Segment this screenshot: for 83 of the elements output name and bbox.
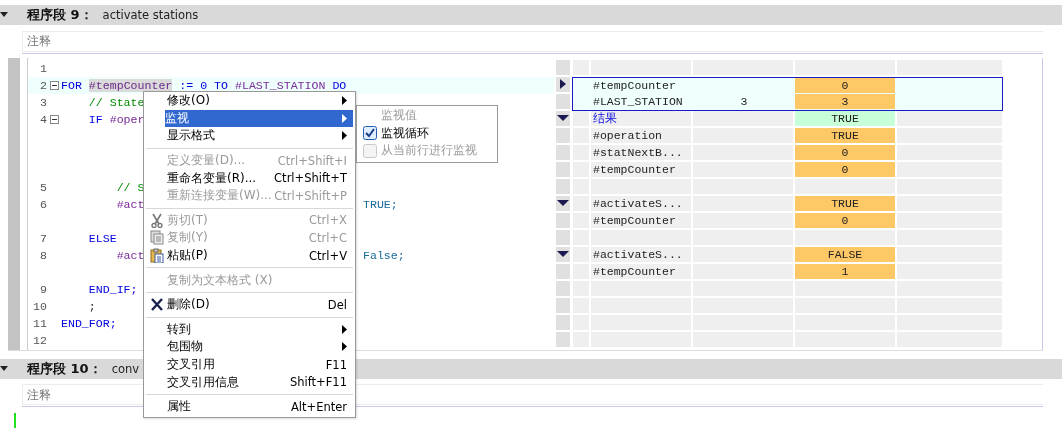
caret-icon	[0, 12, 8, 18]
collapse-icon[interactable]	[557, 115, 569, 121]
code-text: ELSE	[87, 231, 117, 245]
row-header-cell	[556, 331, 570, 347]
collapse-icon[interactable]	[557, 200, 569, 206]
value-cell: 0	[795, 212, 895, 228]
section-title: 程序段 10：	[27, 359, 102, 378]
code-text: IF	[87, 112, 104, 126]
line-number: 11	[32, 316, 48, 330]
code-text: False;	[363, 248, 405, 262]
scissors-icon	[149, 212, 164, 228]
menu-item[interactable]: 监视循环	[357, 124, 497, 142]
collapse-icon[interactable]	[557, 251, 569, 257]
line-number: 1	[39, 61, 48, 75]
menu-item[interactable]: 修改(O)	[146, 92, 353, 110]
value-cell: TRUE	[795, 195, 895, 211]
line-number: 6	[39, 197, 48, 211]
table-cell-text: 3	[739, 93, 749, 109]
code-text: END_IF;	[87, 282, 138, 296]
line-number: 7	[39, 231, 48, 245]
value-cell: FALSE	[795, 246, 895, 262]
value-cell: 0	[795, 77, 895, 93]
operand-cell: #statNextB...	[591, 144, 691, 160]
code-text: #act	[115, 248, 145, 262]
code-text: #act	[115, 197, 145, 211]
code-text: := 0 TO	[178, 78, 229, 92]
section-description: activate stations	[102, 8, 199, 22]
menu-item[interactable]: 包围物	[146, 338, 353, 356]
section-header[interactable]: 程序段 9： activate stations	[0, 5, 1062, 25]
copy-icon	[149, 230, 164, 246]
code-text: TRUE;	[363, 197, 398, 211]
operand-cell: #tempCounter	[591, 212, 691, 228]
row-header-cell	[556, 314, 570, 330]
menu-item[interactable]: 重命名变量(R)... Ctrl+Shift+T	[146, 169, 353, 187]
paste-icon	[149, 248, 164, 264]
code-text: #oper	[109, 112, 145, 126]
value-cell: TRUE	[795, 127, 895, 143]
section-description: conv	[111, 361, 140, 376]
collapse-icon[interactable]	[50, 114, 59, 124]
expand-icon[interactable]	[560, 79, 566, 89]
operand-cell-text: #tempCounter	[592, 77, 677, 93]
code-text: #LAST_STATION	[234, 78, 326, 92]
menu-item[interactable]: 显示格式	[146, 127, 353, 145]
value-cell: 0	[795, 144, 895, 160]
line-number: 10	[32, 299, 48, 313]
row-header-cell	[556, 297, 570, 313]
line-number: 12	[32, 333, 48, 347]
value-cell: 1	[795, 263, 895, 279]
menu-item[interactable]: 交叉引用 F11	[146, 355, 353, 374]
code-text: FOR	[61, 78, 83, 92]
collapse-icon[interactable]	[50, 80, 59, 90]
operand-cell: #tempCounter	[591, 161, 691, 177]
operand-cell-text: #LAST_STATION	[592, 93, 684, 109]
line-number: 8	[39, 248, 48, 262]
menu-item[interactable]: 粘贴(P) Ctrl+V	[146, 246, 353, 265]
line-number: 9	[39, 282, 48, 296]
comment-field[interactable]: 注释	[22, 30, 1043, 52]
checkbox[interactable]	[363, 126, 377, 141]
text-cursor	[14, 413, 16, 428]
operand-cell: #activateS...	[591, 195, 691, 211]
code-text: #tempCounter	[88, 78, 173, 92]
menu-item[interactable]: 转到	[146, 320, 353, 339]
line-number: 5	[39, 180, 48, 194]
delete-icon	[149, 297, 164, 313]
menu-item[interactable]: 删除(D) Del	[146, 295, 353, 314]
row-header-cell	[556, 59, 570, 75]
line-number: 2	[39, 78, 48, 92]
row-header-cell	[556, 178, 570, 194]
caret-icon	[0, 365, 8, 372]
menu-item[interactable]: 监视	[165, 109, 353, 128]
row-header-cell	[556, 280, 570, 296]
operand-cell: #activateS...	[591, 246, 691, 262]
code-comment: // State	[87, 95, 145, 109]
code-text: DO	[331, 78, 347, 92]
code-text: ;	[87, 299, 96, 313]
operand-cell: #operation	[591, 127, 691, 143]
line-number: 4	[39, 112, 48, 126]
code-text: END_FOR;	[61, 316, 117, 330]
value-cell: 0	[795, 161, 895, 177]
line-number: 3	[39, 95, 48, 109]
section-title: 程序段 9：	[27, 6, 93, 24]
row-header-cell	[556, 229, 570, 245]
operand-cell: #tempCounter	[591, 263, 691, 279]
